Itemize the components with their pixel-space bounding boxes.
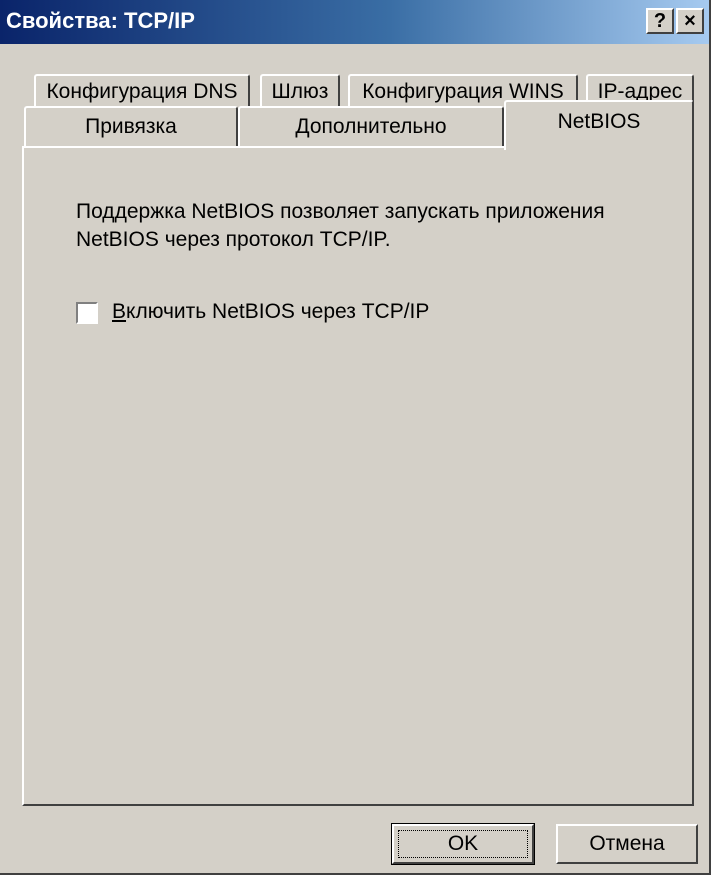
- cancel-button[interactable]: Отмена: [556, 824, 698, 864]
- window-title: Свойства: TCP/IP: [6, 8, 195, 33]
- enable-netbios-mnemonic: В: [112, 300, 127, 323]
- close-button[interactable]: ×: [676, 8, 704, 34]
- tab-dns-configuration[interactable]: Конфигурация DNS: [34, 74, 250, 110]
- netbios-tab-panel: Поддержка NetBIOS позволяет запускать пр…: [22, 146, 694, 806]
- tab-advanced[interactable]: Дополнительно: [238, 106, 504, 146]
- enable-netbios-label-text: ключить NetBIOS через TCP/IP: [126, 300, 430, 323]
- help-button[interactable]: ?: [646, 8, 674, 34]
- tab-gateway[interactable]: Шлюз: [260, 74, 340, 110]
- tcpip-properties-dialog: Свойства: TCP/IP ? × Конфигурация DNS Шл…: [0, 0, 711, 875]
- title-bar: Свойства: TCP/IP ? ×: [0, 0, 709, 44]
- ok-button-label: OK: [398, 830, 528, 858]
- netbios-description: Поддержка NetBIOS позволяет запускать пр…: [76, 200, 605, 251]
- tab-bindings[interactable]: Привязка: [24, 106, 238, 146]
- enable-netbios-label[interactable]: Включить NetBIOS через TCP/IP: [112, 300, 429, 324]
- tab-netbios[interactable]: NetBIOS: [504, 100, 694, 150]
- ok-button[interactable]: OK: [391, 823, 535, 865]
- enable-netbios-checkbox[interactable]: [76, 302, 98, 324]
